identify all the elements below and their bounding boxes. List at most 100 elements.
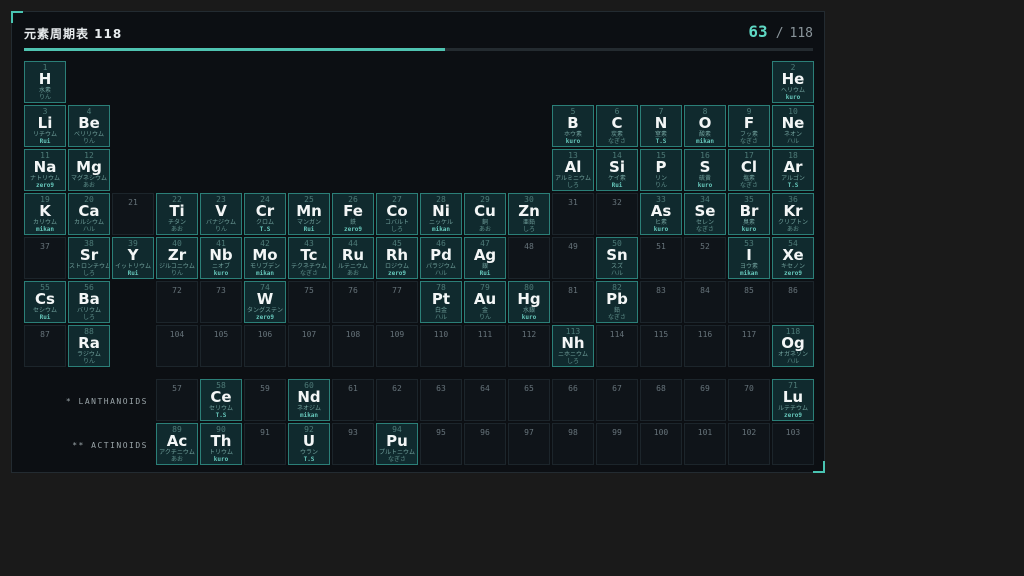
element-cell-empty-98[interactable]: 98 xyxy=(552,423,594,465)
element-cell-empty-48[interactable]: 48 xyxy=(508,237,550,279)
element-cell-empty-96[interactable]: 96 xyxy=(464,423,506,465)
element-cell-empty-69[interactable]: 69 xyxy=(684,379,726,421)
element-cell-o[interactable]: 8 O 酸素 mikan xyxy=(684,105,726,147)
element-cell-empty-67[interactable]: 67 xyxy=(596,379,638,421)
element-cell-c[interactable]: 6 C 炭素 なぎさ xyxy=(596,105,638,147)
element-cell-y[interactable]: 39 Y イットリウム Rui xyxy=(112,237,154,279)
element-cell-n[interactable]: 7 N 窒素 T.S xyxy=(640,105,682,147)
element-cell-empty-70[interactable]: 70 xyxy=(728,379,770,421)
element-cell-mo[interactable]: 42 Mo モリブデン mikan xyxy=(244,237,286,279)
element-cell-zr[interactable]: 40 Zr ジルコニウム りん xyxy=(156,237,198,279)
element-cell-cr[interactable]: 24 Cr クロム T.S xyxy=(244,193,286,235)
element-cell-p[interactable]: 15 P リン りん xyxy=(640,149,682,191)
element-cell-rh[interactable]: 45 Rh ロジウム zero9 xyxy=(376,237,418,279)
element-cell-empty-83[interactable]: 83 xyxy=(640,281,682,323)
element-cell-xe[interactable]: 54 Xe キセノン zero9 xyxy=(772,237,814,279)
element-cell-empty-117[interactable]: 117 xyxy=(728,325,770,367)
element-cell-empty-66[interactable]: 66 xyxy=(552,379,594,421)
element-cell-empty-76[interactable]: 76 xyxy=(332,281,374,323)
element-cell-empty-108[interactable]: 108 xyxy=(332,325,374,367)
element-cell-empty-52[interactable]: 52 xyxy=(684,237,726,279)
element-cell-cs[interactable]: 55 Cs セシウム Rui xyxy=(24,281,66,323)
element-cell-co[interactable]: 27 Co コバルト しろ xyxy=(376,193,418,235)
element-cell-empty-32[interactable]: 32 xyxy=(596,193,638,235)
element-cell-s[interactable]: 16 S 硫黄 kuro xyxy=(684,149,726,191)
element-cell-og[interactable]: 118 Og オガネソン ハル xyxy=(772,325,814,367)
element-cell-ar[interactable]: 18 Ar アルゴン T.S xyxy=(772,149,814,191)
element-cell-br[interactable]: 35 Br 臭素 kuro xyxy=(728,193,770,235)
element-cell-th[interactable]: 90 Th トリウム kuro xyxy=(200,423,242,465)
element-cell-sr[interactable]: 38 Sr ストロンチウム しろ xyxy=(68,237,110,279)
element-cell-sn[interactable]: 50 Sn スズ ハル xyxy=(596,237,638,279)
element-cell-ti[interactable]: 22 Ti チタン あお xyxy=(156,193,198,235)
element-cell-empty-21[interactable]: 21 xyxy=(112,193,154,235)
element-cell-empty-81[interactable]: 81 xyxy=(552,281,594,323)
element-cell-empty-101[interactable]: 101 xyxy=(684,423,726,465)
element-cell-be[interactable]: 4 Be ベリリウム りん xyxy=(68,105,110,147)
element-cell-empty-87[interactable]: 87 xyxy=(24,325,66,367)
element-cell-pb[interactable]: 82 Pb 鉛なぎさ xyxy=(596,281,638,323)
element-cell-empty-99[interactable]: 99 xyxy=(596,423,638,465)
element-cell-se[interactable]: 34 Se セレン なぎさ xyxy=(684,193,726,235)
element-cell-empty-84[interactable]: 84 xyxy=(684,281,726,323)
element-cell-k[interactable]: 19 K カリウム mikan xyxy=(24,193,66,235)
element-cell-pu[interactable]: 94 Pu プルトニウム なぎさ xyxy=(376,423,418,465)
element-cell-empty-114[interactable]: 114 xyxy=(596,325,638,367)
element-cell-pd[interactable]: 46 Pd パラジウム ハル xyxy=(420,237,462,279)
element-cell-w[interactable]: 74 W タングステン zero9 xyxy=(244,281,286,323)
element-cell-tc[interactable]: 43 Tc テクネチウム なぎさ xyxy=(288,237,330,279)
element-cell-h[interactable]: 1 H 水素 りん xyxy=(24,61,66,103)
element-cell-empty-109[interactable]: 109 xyxy=(376,325,418,367)
element-cell-hg[interactable]: 80 Hg 水銀 kuro xyxy=(508,281,550,323)
element-cell-f[interactable]: 9 F フッ素 なぎさ xyxy=(728,105,770,147)
element-cell-empty-59[interactable]: 59 xyxy=(244,379,286,421)
element-cell-ag[interactable]: 47 Ag 銀 Rui xyxy=(464,237,506,279)
element-cell-he[interactable]: 2 He ヘリウム kuro xyxy=(772,61,814,103)
element-cell-empty-85[interactable]: 85 xyxy=(728,281,770,323)
element-cell-mg[interactable]: 12 Mg マグネシウム あお xyxy=(68,149,110,191)
element-cell-empty-100[interactable]: 100 xyxy=(640,423,682,465)
element-cell-nd[interactable]: 60 Nd ネオジム mikan xyxy=(288,379,330,421)
element-cell-empty-107[interactable]: 107 xyxy=(288,325,330,367)
element-cell-ce[interactable]: 58 Ce セリウム T.S xyxy=(200,379,242,421)
element-cell-zn[interactable]: 30 Zn 亜鉛 しろ xyxy=(508,193,550,235)
element-cell-ni[interactable]: 28 Ni ニッケル mikan xyxy=(420,193,462,235)
element-cell-empty-91[interactable]: 91 xyxy=(244,423,286,465)
element-cell-i[interactable]: 53 I ヨウ素 mikan xyxy=(728,237,770,279)
element-cell-empty-97[interactable]: 97 xyxy=(508,423,550,465)
element-cell-empty-64[interactable]: 64 xyxy=(464,379,506,421)
element-cell-empty-102[interactable]: 102 xyxy=(728,423,770,465)
element-cell-empty-51[interactable]: 51 xyxy=(640,237,682,279)
element-cell-empty-115[interactable]: 115 xyxy=(640,325,682,367)
element-cell-empty-112[interactable]: 112 xyxy=(508,325,550,367)
element-cell-empty-105[interactable]: 105 xyxy=(200,325,242,367)
element-cell-b[interactable]: 5 B ホウ素 kuro xyxy=(552,105,594,147)
element-cell-empty-61[interactable]: 61 xyxy=(332,379,374,421)
element-cell-empty-63[interactable]: 63 xyxy=(420,379,462,421)
element-cell-empty-68[interactable]: 68 xyxy=(640,379,682,421)
element-cell-empty-106[interactable]: 106 xyxy=(244,325,286,367)
element-cell-fe[interactable]: 26 Fe 鉄 zero9 xyxy=(332,193,374,235)
element-cell-nh[interactable]: 113 Nh ニホニウム しろ xyxy=(552,325,594,367)
element-cell-empty-95[interactable]: 95 xyxy=(420,423,462,465)
element-cell-cl[interactable]: 17 Cl 塩素 なぎさ xyxy=(728,149,770,191)
element-cell-empty-75[interactable]: 75 xyxy=(288,281,330,323)
element-cell-nb[interactable]: 41 Nb ニオブ kuro xyxy=(200,237,242,279)
element-cell-as[interactable]: 33 As ヒ素 kuro xyxy=(640,193,682,235)
element-cell-empty-116[interactable]: 116 xyxy=(684,325,726,367)
element-cell-empty-37[interactable]: 37 xyxy=(24,237,66,279)
element-cell-ne[interactable]: 10 Ne ネオン ハル xyxy=(772,105,814,147)
element-cell-empty-86[interactable]: 86 xyxy=(772,281,814,323)
element-cell-empty-73[interactable]: 73 xyxy=(200,281,242,323)
element-cell-empty-111[interactable]: 111 xyxy=(464,325,506,367)
element-cell-empty-49[interactable]: 49 xyxy=(552,237,594,279)
element-cell-pt[interactable]: 78 Pt 白金 ハル xyxy=(420,281,462,323)
element-cell-ru[interactable]: 44 Ru ルテニウム あお xyxy=(332,237,374,279)
element-cell-ra[interactable]: 88 Ra ラジウム りん xyxy=(68,325,110,367)
element-cell-al[interactable]: 13 Al アルミニウム しろ xyxy=(552,149,594,191)
element-cell-empty-31[interactable]: 31 xyxy=(552,193,594,235)
element-cell-ca[interactable]: 20 Ca カルシウム ハル xyxy=(68,193,110,235)
element-cell-na[interactable]: 11 Na ナトリウム zero9 xyxy=(24,149,66,191)
element-cell-v[interactable]: 23 V バナジウム りん xyxy=(200,193,242,235)
element-cell-empty-110[interactable]: 110 xyxy=(420,325,462,367)
